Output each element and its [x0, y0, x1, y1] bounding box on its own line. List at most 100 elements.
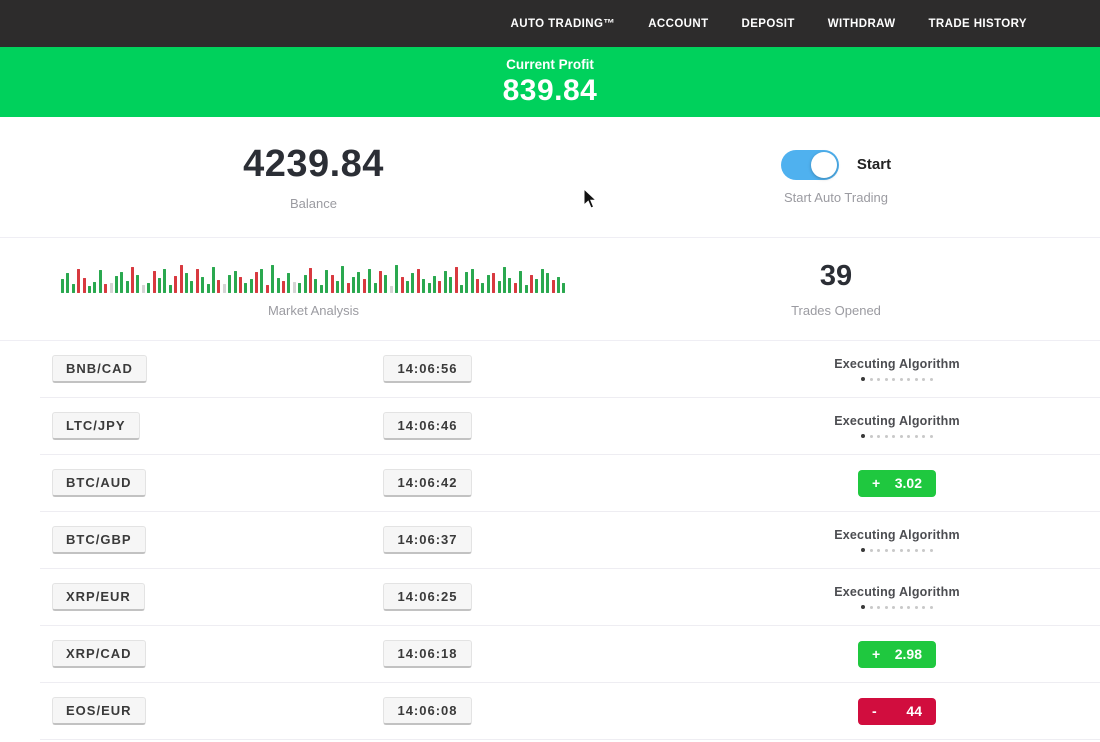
toggle-knob[interactable] — [811, 152, 837, 178]
candlestick-bar — [239, 277, 242, 293]
candlestick-bar — [433, 276, 436, 293]
result-value: 2.98 — [895, 646, 922, 662]
candlestick-bar — [546, 273, 549, 293]
candlestick-bar — [142, 285, 145, 293]
profit-badge: +3.02 — [858, 470, 936, 497]
candlestick-bar — [525, 285, 528, 293]
market-section: Market Analysis 39 Trades Opened — [0, 238, 1100, 341]
auto-trading-toggle[interactable] — [781, 150, 839, 180]
trade-row: BTC/GBP14:06:37Executing Algorithm — [40, 512, 1100, 569]
candlestick-bar — [61, 279, 64, 293]
candlestick-bar — [266, 285, 269, 293]
candlestick-bar — [422, 279, 425, 293]
profit-badge: +2.98 — [858, 641, 936, 668]
candlestick-bar — [325, 270, 328, 293]
candlestick-bar — [174, 276, 177, 293]
loader-dot — [892, 549, 895, 552]
pair-badge: BTC/AUD — [52, 469, 146, 497]
current-profit-label: Current Profit — [506, 57, 594, 72]
loader-dot — [907, 435, 910, 438]
loader-dot — [922, 549, 925, 552]
trade-row: BTC/AUD14:06:42+3.02 — [40, 455, 1100, 512]
balance-section: 4239.84 Balance Start Start Auto Trading — [0, 117, 1100, 238]
time-badge: 14:06:08 — [383, 697, 471, 725]
nav-item-auto-trading[interactable]: AUTO TRADING™ — [511, 18, 616, 30]
current-profit-banner: Current Profit 839.84 — [0, 47, 1100, 117]
loader-dot — [885, 378, 888, 381]
candlestick-bar — [228, 275, 231, 293]
pair-badge: EOS/EUR — [52, 697, 146, 725]
candlestick-bar — [234, 271, 237, 293]
candlestick-bar — [428, 283, 431, 293]
loader-dot — [892, 378, 895, 381]
candlestick-bar — [158, 278, 161, 293]
loader-dot — [870, 549, 873, 552]
candlestick-bar — [395, 265, 398, 293]
nav-item-trade-history[interactable]: TRADE HISTORY — [929, 18, 1028, 30]
candlestick-bar — [379, 271, 382, 293]
candlestick-bar — [136, 275, 139, 293]
candlestick-bar — [212, 267, 215, 293]
candlestick-bar — [562, 283, 565, 293]
candlestick-bar — [298, 283, 301, 293]
loader-dot — [870, 378, 873, 381]
pair-badge: XRP/CAD — [52, 640, 146, 668]
candlestick-bar — [384, 275, 387, 293]
candlestick-bar — [492, 273, 495, 293]
nav-item-account[interactable]: ACCOUNT — [648, 18, 708, 30]
candlestick-bar — [99, 270, 102, 293]
candlestick-bar — [120, 272, 123, 293]
candlestick-bar — [88, 286, 91, 293]
result-sign: - — [872, 703, 877, 719]
candlestick-bar — [83, 278, 86, 293]
loader-dot — [915, 606, 918, 609]
candlestick-bar — [185, 273, 188, 293]
loader-dot — [915, 435, 918, 438]
candlestick-bar — [417, 269, 420, 293]
loader-dot — [877, 549, 880, 552]
loader-dot — [907, 606, 910, 609]
candlestick-bar — [411, 273, 414, 293]
nav-item-deposit[interactable]: DEPOSIT — [742, 18, 795, 30]
loader-dot — [907, 549, 910, 552]
loader-dot — [922, 606, 925, 609]
candlestick-bar — [314, 279, 317, 293]
loader-dot — [930, 435, 933, 438]
result-sign: + — [872, 475, 880, 491]
candlestick-bar — [260, 269, 263, 293]
market-analysis-chart — [61, 261, 566, 293]
loader-dot — [861, 377, 865, 381]
loader-dot — [922, 435, 925, 438]
loader-dot — [900, 435, 903, 438]
top-nav: AUTO TRADING™ ACCOUNT DEPOSIT WITHDRAW TRADE… — [0, 0, 1100, 47]
loader-dot — [877, 378, 880, 381]
candlestick-bar — [320, 285, 323, 293]
loader-dot — [885, 435, 888, 438]
trades-opened-label: Trades Opened — [791, 303, 881, 318]
executing-algorithm-label: Executing Algorithm — [834, 528, 960, 542]
trade-row: EOS/EUR 14:06:08 -44 — [40, 683, 1100, 740]
candlestick-bar — [514, 283, 517, 293]
loss-badge: -44 — [858, 698, 936, 725]
time-badge: 14:06:37 — [383, 526, 471, 554]
candlestick-bar — [201, 277, 204, 293]
loader-dot — [885, 549, 888, 552]
executing-algorithm-label: Executing Algorithm — [834, 585, 960, 599]
result-sign: + — [872, 646, 880, 662]
candlestick-bar — [309, 268, 312, 293]
candlestick-bar — [444, 271, 447, 293]
nav-item-withdraw[interactable]: WITHDRAW — [828, 18, 896, 30]
candlestick-bar — [363, 279, 366, 293]
candlestick-bar — [406, 281, 409, 293]
candlestick-bar — [250, 279, 253, 293]
pair-badge: XRP/EUR — [52, 583, 145, 611]
candlestick-bar — [552, 280, 555, 293]
candlestick-bar — [535, 279, 538, 293]
trades-opened-value: 39 — [820, 260, 852, 293]
candlestick-bar — [153, 271, 156, 293]
candlestick-bar — [374, 283, 377, 293]
loader-dot — [892, 606, 895, 609]
candlestick-bar — [368, 269, 371, 293]
balance-label: Balance — [290, 196, 337, 211]
candlestick-bar — [357, 272, 360, 293]
